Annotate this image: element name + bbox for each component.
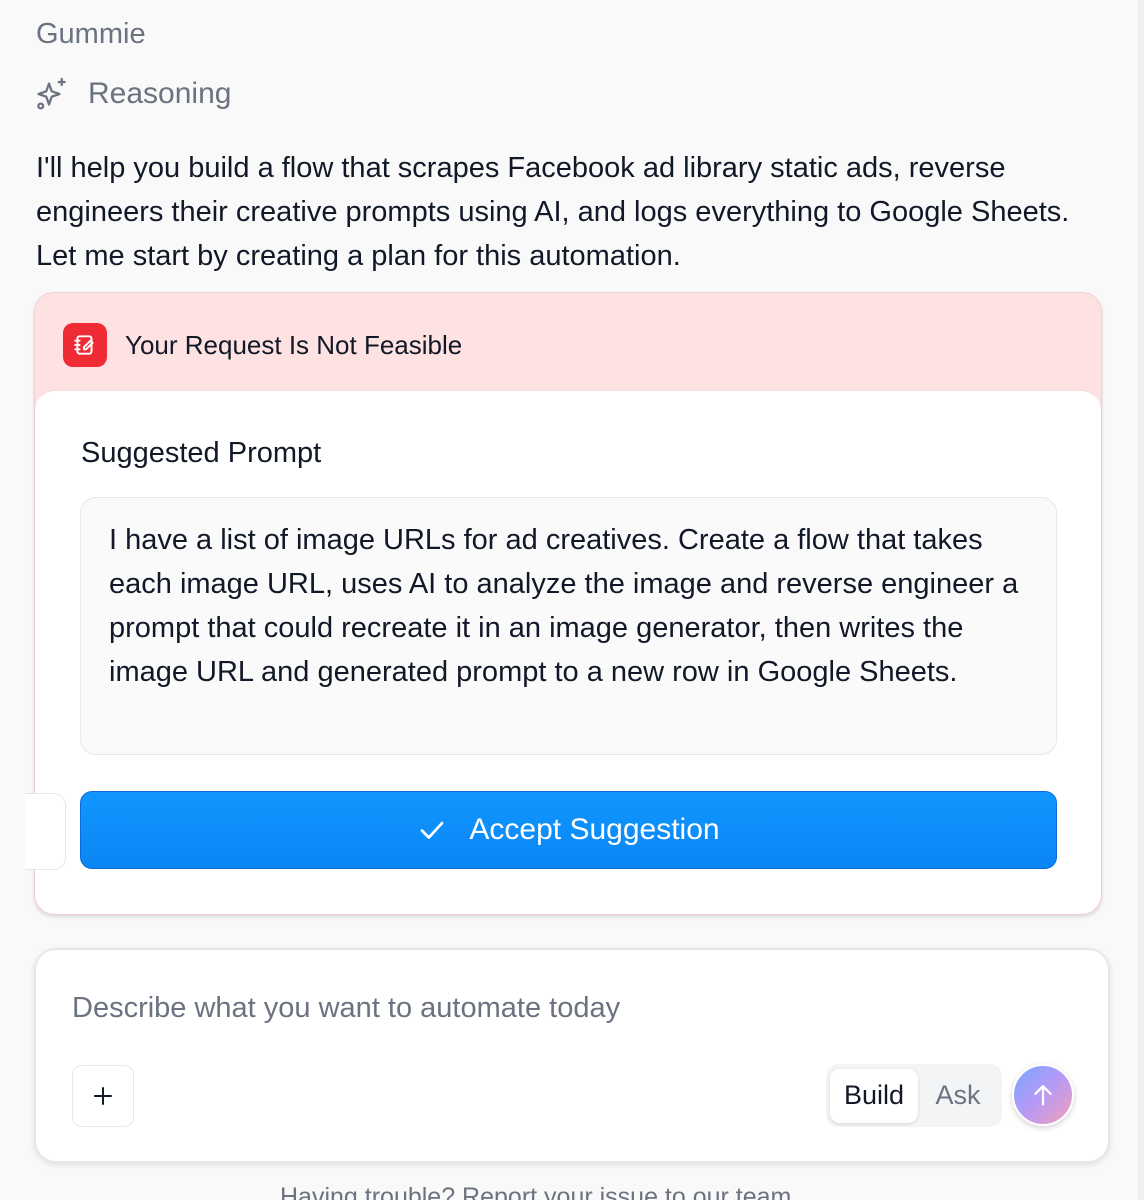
scrollbar[interactable]	[1138, 0, 1144, 1200]
secondary-button[interactable]	[25, 793, 66, 870]
reasoning-label: Reasoning	[88, 77, 232, 110]
feasibility-card: Your Request Is Not Feasible Suggested P…	[25, 292, 1102, 915]
card-body: Suggested Prompt I have a list of image …	[25, 390, 1101, 914]
plus-icon	[94, 1087, 112, 1105]
automation-prompt-input[interactable]	[72, 988, 1072, 1028]
send-button[interactable]	[1012, 1064, 1074, 1126]
suggested-prompt-text: I have a list of image URLs for ad creat…	[80, 497, 1057, 755]
sender-name: Gummie	[36, 18, 146, 50]
composer: Build Ask	[34, 948, 1110, 1163]
card-title: Your Request Is Not Feasible	[125, 329, 463, 360]
mode-ask-option[interactable]: Ask	[918, 1069, 998, 1123]
accept-suggestion-button[interactable]: Accept Suggestion	[80, 791, 1057, 869]
report-issue-hint[interactable]: Having trouble? Report your issue to our…	[280, 1183, 980, 1200]
reasoning-toggle[interactable]: Reasoning	[34, 76, 231, 112]
note-edit-icon	[63, 323, 107, 367]
accept-suggestion-label: Accept Suggestion	[469, 813, 720, 846]
add-attachment-button[interactable]	[72, 1065, 134, 1127]
arrow-up-icon	[1034, 1085, 1052, 1106]
sparkles-icon	[37, 77, 66, 110]
mode-build-option[interactable]: Build	[830, 1068, 918, 1123]
assistant-message: I'll help you build a flow that scrapes …	[36, 152, 1070, 272]
card-header: Your Request Is Not Feasible	[63, 323, 462, 367]
check-icon	[421, 821, 444, 839]
chat-page: Gummie Reasoning I'll help you build a f…	[0, 0, 1144, 1200]
suggested-prompt-label: Suggested Prompt	[81, 437, 322, 469]
mode-toggle: Build Ask	[826, 1064, 1002, 1127]
